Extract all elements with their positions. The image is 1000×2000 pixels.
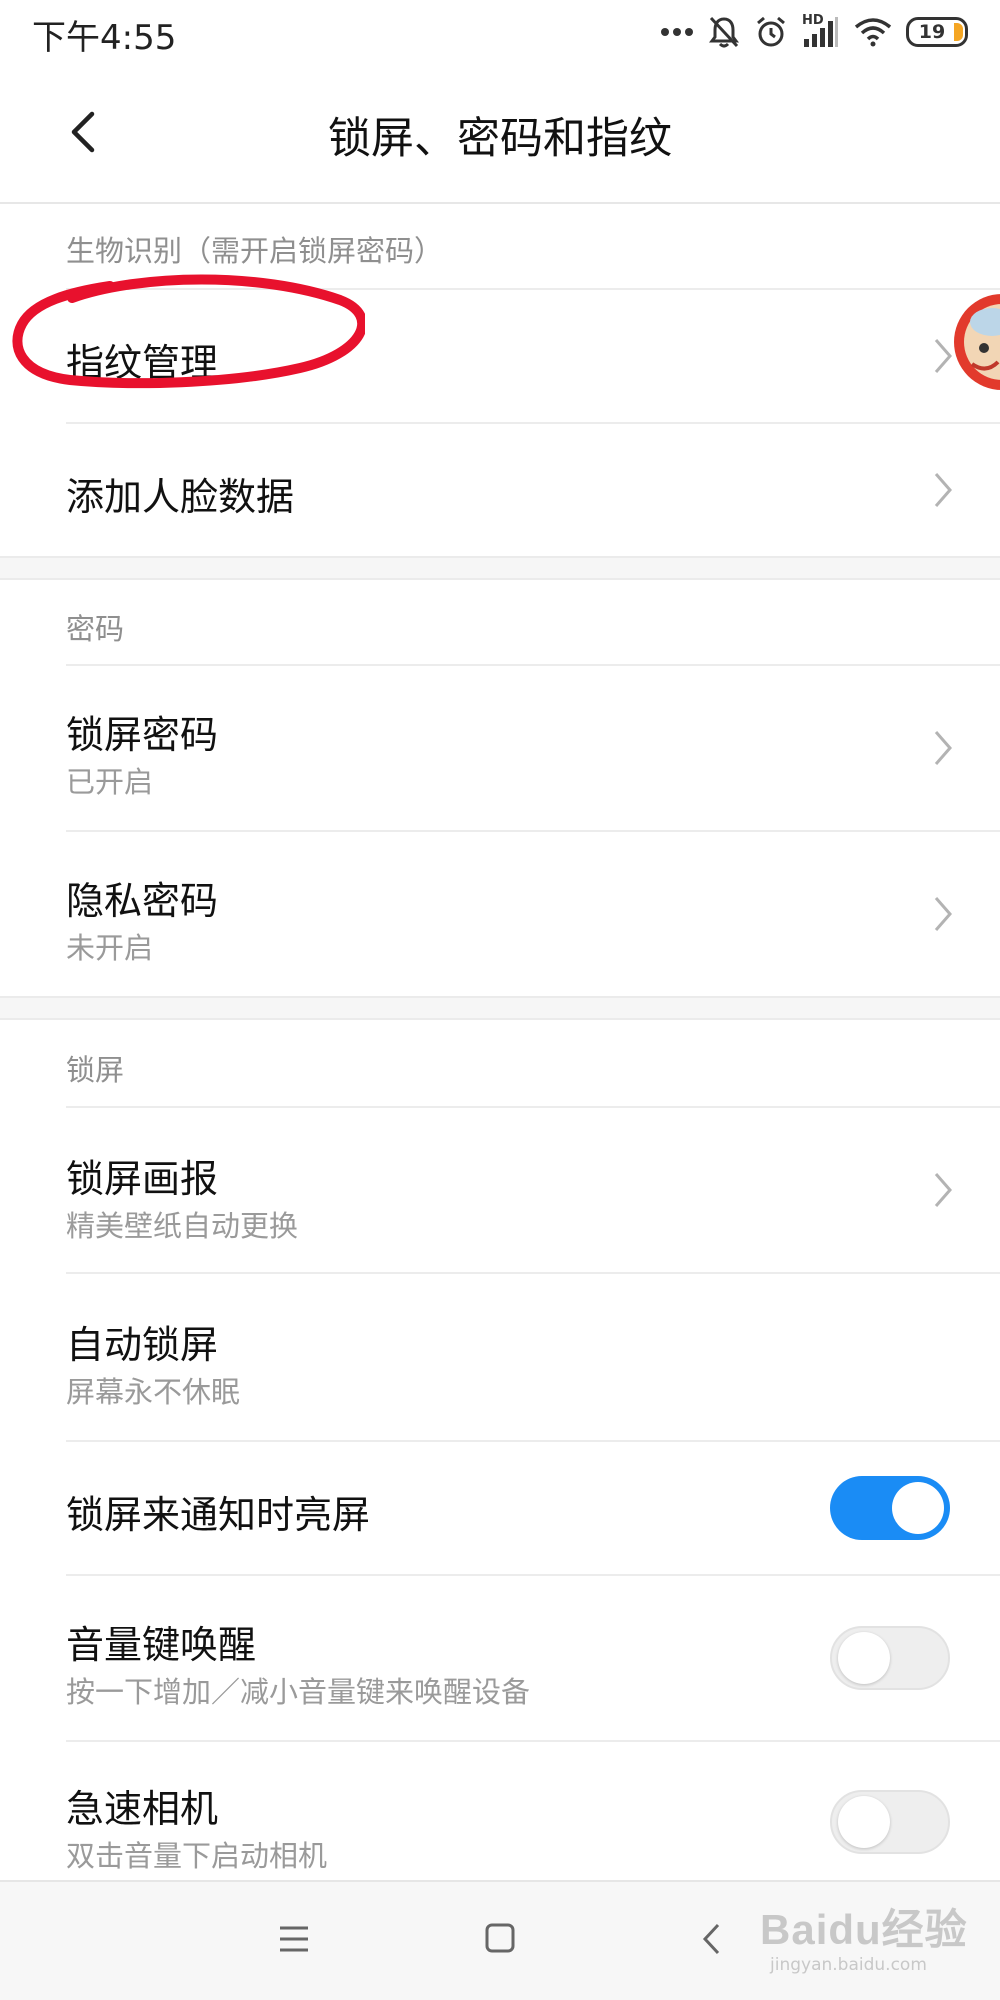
section-header-biometrics: 生物识别（需开启锁屏密码） (66, 234, 444, 268)
item-title: 添加人脸数据 (66, 475, 295, 519)
item-title: 自动锁屏 (66, 1323, 219, 1367)
toggle-knob (838, 1796, 890, 1848)
item-subtitle: 双击音量下启动相机 (66, 1839, 328, 1873)
list-item-wake-on-notification[interactable]: 锁屏来通知时亮屏 (0, 1442, 1000, 1574)
list-item-lock-wallpaper[interactable]: 锁屏画报 精美壁纸自动更换 (0, 1108, 1000, 1272)
title-divider (0, 202, 1000, 204)
item-subtitle: 精美壁纸自动更换 (66, 1209, 299, 1243)
item-subtitle: 已开启 (66, 765, 154, 799)
toggle-knob (838, 1632, 890, 1684)
section-gap (0, 556, 1000, 580)
chevron-right-icon (934, 1173, 952, 1207)
item-title: 锁屏密码 (66, 713, 219, 757)
item-title: 锁屏画报 (66, 1157, 219, 1201)
signal-icon: HD (802, 13, 840, 49)
wifi-icon (854, 18, 892, 47)
watermark-brand: Baidu经验 (760, 1906, 968, 1953)
list-item-volume-wake[interactable]: 音量键唤醒 按一下增加／减小音量键来唤醒设备 (0, 1576, 1000, 1740)
page-title: 锁屏、密码和指纹 (328, 114, 672, 164)
more-dots-icon (661, 28, 693, 36)
toggle-knob (892, 1482, 944, 1534)
alarm-icon (757, 16, 785, 47)
item-subtitle: 按一下增加／减小音量键来唤醒设备 (66, 1675, 531, 1709)
item-subtitle: 屏幕永不休眠 (66, 1375, 241, 1409)
toggle-switch-off[interactable] (830, 1790, 950, 1854)
item-subtitle: 未开启 (66, 931, 154, 965)
item-title: 隐私密码 (66, 879, 219, 923)
chevron-right-icon (934, 731, 952, 765)
section-header-password: 密码 (66, 612, 125, 646)
annotation-circle (12, 274, 365, 389)
watermark-url: jingyan.baidu.com (770, 1955, 927, 1975)
list-item-auto-lock[interactable]: 自动锁屏 屏幕永不休眠 (0, 1274, 1000, 1440)
chevron-right-icon (934, 897, 952, 931)
home-icon[interactable] (484, 1922, 516, 1954)
chevron-right-icon (934, 473, 952, 507)
mascot-sticker-icon (954, 294, 1000, 390)
battery-level: 19 (918, 21, 946, 43)
battery-icon: 19 (906, 17, 968, 47)
item-title: 音量键唤醒 (66, 1623, 257, 1667)
menu-icon[interactable] (278, 1924, 310, 1954)
back-icon[interactable] (700, 1922, 724, 1956)
status-time: 下午4:55 (32, 18, 177, 58)
list-item-face-data[interactable]: 添加人脸数据 (0, 424, 1000, 556)
watermark: Baidu经验 jingyan.baidu.com (760, 1896, 968, 1975)
status-icons: HD 19 (660, 12, 968, 52)
list-item-privacy-password[interactable]: 隐私密码 未开启 (0, 832, 1000, 996)
battery-fill (954, 23, 963, 41)
section-header-lockscreen: 锁屏 (66, 1053, 125, 1087)
list-item-lock-password[interactable]: 锁屏密码 已开启 (0, 666, 1000, 830)
item-title: 锁屏来通知时亮屏 (66, 1493, 371, 1537)
chevron-right-icon (934, 339, 952, 373)
item-title: 急速相机 (66, 1787, 219, 1831)
mute-bell-icon (709, 16, 739, 48)
list-item-quick-camera[interactable]: 急速相机 双击音量下启动相机 (0, 1742, 1000, 1880)
section-gap (0, 996, 1000, 1020)
toggle-switch-off[interactable] (830, 1626, 950, 1690)
toggle-switch-on[interactable] (830, 1476, 950, 1540)
